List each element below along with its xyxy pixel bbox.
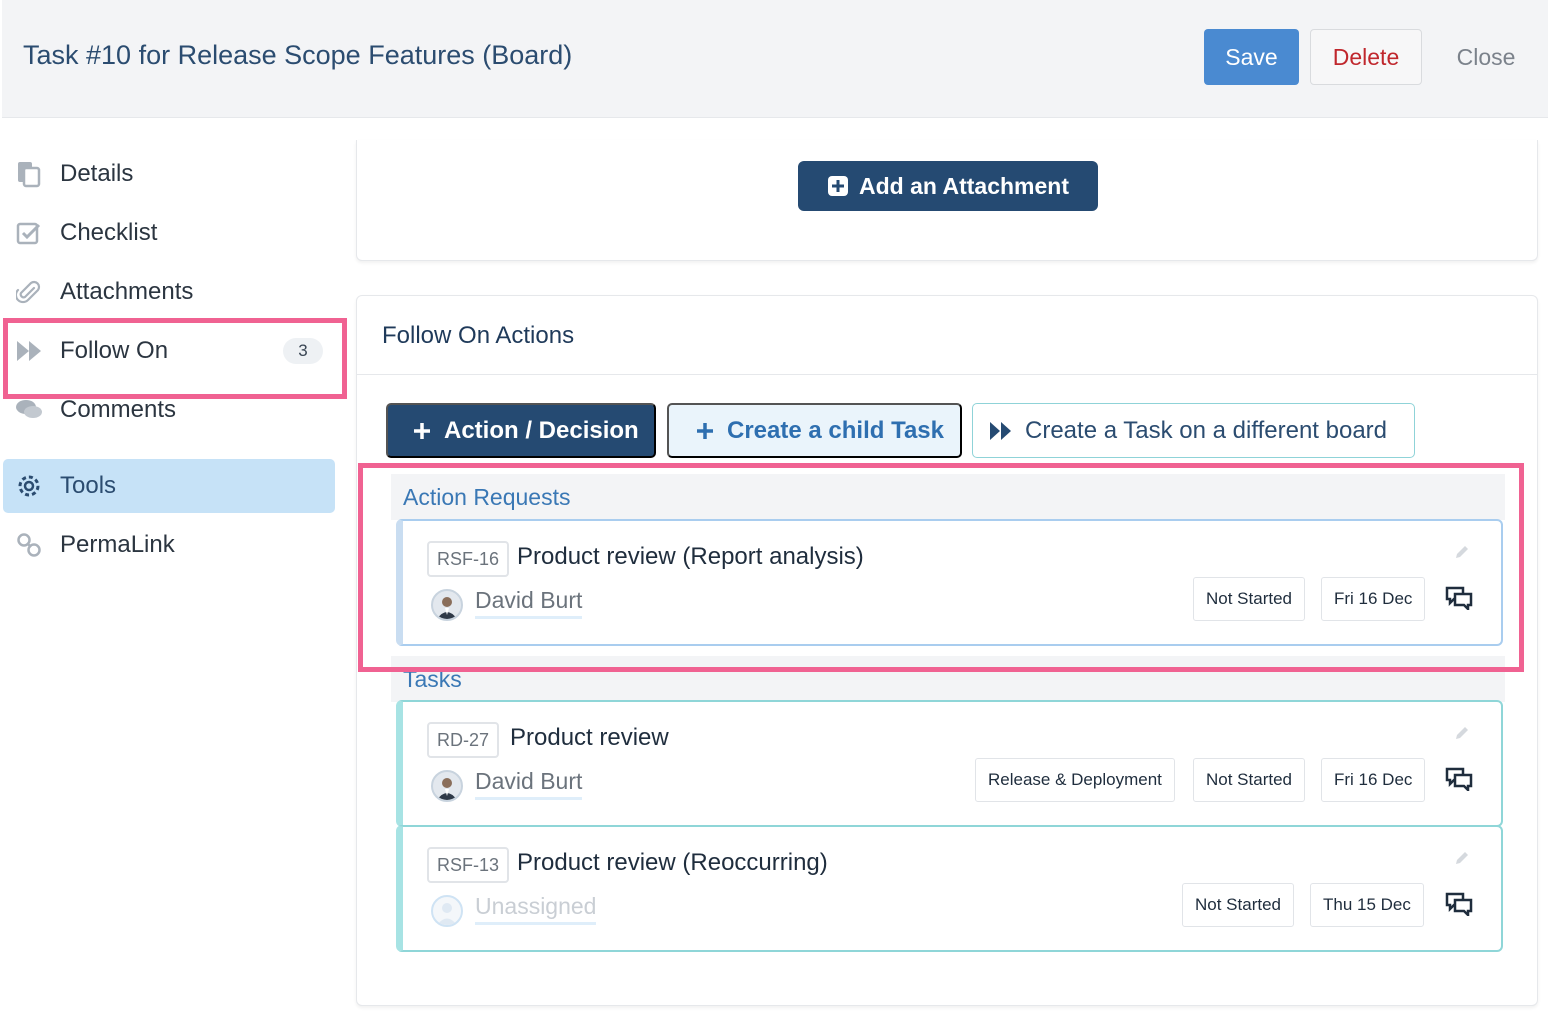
checkbox-icon (14, 218, 44, 248)
sidebar-item-details[interactable]: Details (3, 147, 335, 201)
sidebar-item-permalink[interactable]: PermaLink (3, 518, 335, 572)
sidebar-item-follow-on[interactable]: Follow On 3 (3, 324, 335, 378)
status-badge[interactable]: Not Started (1193, 577, 1305, 621)
delete-button[interactable]: Delete (1310, 29, 1422, 85)
due-date-badge[interactable]: Thu 15 Dec (1310, 883, 1424, 927)
task-card[interactable]: RSF-16 Product review (Report analysis) … (396, 519, 1503, 646)
plus-icon (414, 422, 430, 439)
task-id[interactable]: RD-27 (427, 722, 500, 758)
follow-on-count-badge: 3 (283, 338, 323, 364)
status-badge[interactable]: Not Started (1182, 883, 1294, 927)
comments-icon[interactable] (1445, 892, 1473, 921)
assignee-name[interactable]: David Burt (475, 768, 583, 800)
divider (357, 374, 1537, 375)
task-title[interactable]: Product review (Reoccurring) (517, 849, 828, 877)
avatar (431, 589, 463, 621)
sidebar-item-attachments[interactable]: Attachments (3, 265, 335, 319)
due-date-badge[interactable]: Fri 16 Dec (1321, 577, 1426, 621)
section-title: Tasks (403, 666, 462, 692)
sidebar-item-label: Follow On (60, 337, 169, 364)
due-date-badge[interactable]: Fri 16 Dec (1321, 758, 1426, 802)
sidebar-item-label: Comments (60, 396, 177, 423)
link-icon (14, 530, 44, 560)
page-title: Task #10 for Release Scope Features (Boa… (23, 40, 573, 70)
action-decision-button[interactable]: Action / Decision (386, 403, 656, 458)
create-task-different-board-button[interactable]: Create a Task on a different board (972, 403, 1415, 458)
pencil-icon[interactable] (1453, 724, 1471, 747)
comments-icon[interactable] (1445, 586, 1473, 615)
follow-on-title: Follow On Actions (382, 322, 575, 349)
action-decision-label: Action / Decision (444, 416, 639, 444)
task-card[interactable]: RD-27 Product review David Burt Release … (396, 700, 1503, 827)
sidebar-item-label: Tools (60, 472, 117, 499)
board-tag-badge[interactable]: Release & Deployment (975, 758, 1175, 802)
task-id[interactable]: RSF-16 (427, 541, 510, 577)
section-header-action-requests: Action Requests (391, 474, 1505, 520)
sidebar-item-label: Attachments (60, 278, 194, 305)
unassigned-avatar (431, 895, 463, 927)
document-icon (14, 159, 44, 189)
add-attachment-button[interactable]: Add an Attachment (798, 161, 1098, 211)
sidebar-item-checklist[interactable]: Checklist (3, 206, 335, 260)
assignee-name[interactable]: David Burt (475, 587, 583, 619)
assignee-name[interactable]: Unassigned (475, 893, 597, 925)
plus-icon (697, 422, 713, 439)
sidebar-item-label: Checklist (60, 219, 158, 246)
task-title[interactable]: Product review (510, 724, 669, 752)
section-title: Action Requests (403, 484, 571, 510)
sidebar-item-label: PermaLink (60, 531, 175, 558)
dialog-header: Task #10 for Release Scope Features (Boa… (2, 0, 1548, 118)
paperclip-icon (14, 277, 44, 307)
sidebar-item-tools[interactable]: Tools (3, 459, 335, 513)
create-task-different-board-label: Create a Task on a different board (1025, 416, 1388, 444)
avatar (431, 770, 463, 802)
follow-on-card: Follow On Actions Action / Decision Crea… (356, 295, 1538, 1006)
attachments-card: Add an Attachment (356, 140, 1538, 261)
task-id[interactable]: RSF-13 (427, 847, 510, 883)
close-button[interactable]: Close (1438, 29, 1534, 85)
plus-square-icon (828, 176, 848, 196)
pencil-icon[interactable] (1453, 849, 1471, 872)
status-badge[interactable]: Not Started (1193, 758, 1305, 802)
create-child-task-button[interactable]: Create a child Task (667, 403, 962, 458)
sidebar-item-comments[interactable]: Comments (3, 383, 335, 437)
pencil-icon[interactable] (1453, 543, 1471, 566)
task-dialog: Task #10 for Release Scope Features (Boa… (0, 0, 1548, 1032)
task-title[interactable]: Product review (Report analysis) (517, 543, 864, 571)
comments-icon[interactable] (1445, 767, 1473, 796)
chat-bubbles-icon (14, 395, 44, 425)
create-child-task-label: Create a child Task (727, 416, 944, 444)
gear-icon (14, 471, 44, 501)
task-card[interactable]: RSF-13 Product review (Reoccurring) Unas… (396, 825, 1503, 952)
save-button[interactable]: Save (1204, 29, 1299, 85)
fast-forward-icon (990, 421, 1011, 440)
add-attachment-label: Add an Attachment (859, 172, 1069, 199)
sidebar-item-label: Details (60, 160, 134, 187)
section-header-tasks: Tasks (391, 656, 1505, 702)
fast-forward-icon (14, 336, 44, 366)
